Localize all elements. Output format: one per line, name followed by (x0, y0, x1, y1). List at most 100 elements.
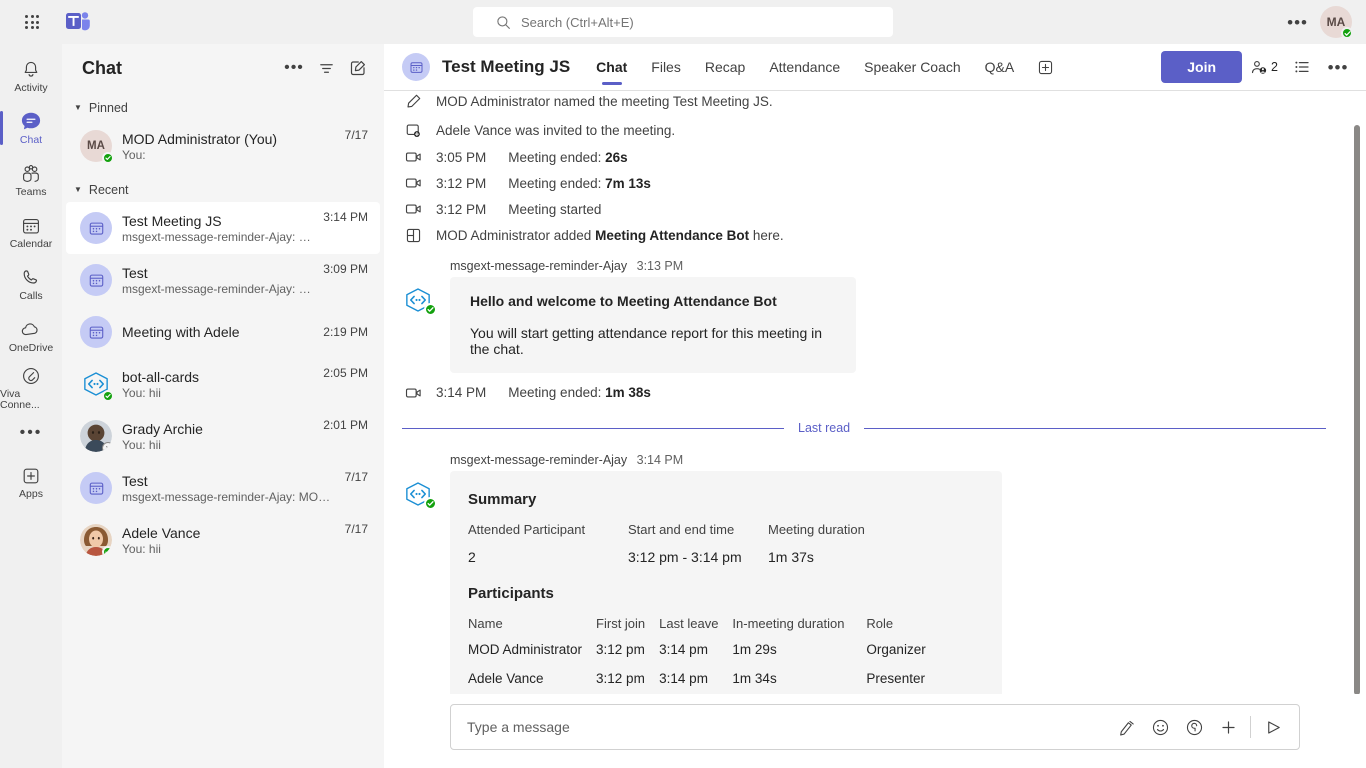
divider-line (402, 427, 784, 429)
format-icon[interactable] (1112, 713, 1140, 741)
global-search[interactable]: Search (Ctrl+Alt+E) (473, 7, 893, 37)
cell-duration: 1m 29s (732, 642, 777, 657)
message-input[interactable]: Type a message (450, 704, 1300, 750)
message-time: 3:13 PM (636, 259, 684, 273)
list-item[interactable]: MA MOD Administrator (You) You: 7/17 (66, 120, 380, 172)
chat-list-more-button[interactable]: ••• (280, 54, 308, 82)
chat-group-pinned[interactable]: ▼ Pinned (62, 96, 384, 120)
search-input[interactable]: Search (Ctrl+Alt+E) (473, 7, 893, 37)
tab-recap[interactable]: Recap (693, 44, 757, 91)
val-meeting-duration: 1m 37s (768, 549, 814, 565)
send-icon[interactable] (1259, 713, 1287, 741)
col-last-leave: Last leave (659, 616, 719, 631)
people-count[interactable]: 2 (1246, 51, 1282, 83)
avatar (80, 524, 112, 556)
list-item-text: Test Meeting JS msgext-message-reminder-… (122, 213, 313, 244)
col-name: Name (468, 616, 503, 631)
sidebar-item-viva-connections[interactable]: Viva Conne... (0, 362, 62, 414)
sidebar-item-activity[interactable]: Activity (0, 50, 62, 102)
sidebar-item-apps[interactable]: Apps (0, 456, 62, 508)
conversation-more-button[interactable]: ••• (1322, 51, 1354, 83)
presence-offline-icon (102, 442, 112, 452)
system-message: MOD Administrator named the meeting Test… (402, 91, 1326, 117)
list-item[interactable]: Test msgext-message-reminder-Ajay: MOD A… (66, 462, 380, 514)
system-message: 3:12 PM Meeting ended: 7m 13s (402, 170, 1326, 196)
list-item-text: Test msgext-message-reminder-Ajay: Sent … (122, 265, 313, 296)
sidebar-item-teams[interactable]: Teams (0, 154, 62, 206)
list-item[interactable]: Test msgext-message-reminder-Ajay: Sent … (66, 254, 380, 306)
system-message-text: Meeting ended: 1m 38s (508, 385, 651, 400)
roster-list-icon[interactable] (1286, 51, 1318, 83)
app-launcher-icon[interactable] (16, 6, 48, 38)
chat-group-recent[interactable]: ▼ Recent (62, 178, 384, 202)
message-list[interactable]: MOD Administrator named the meeting Test… (384, 91, 1366, 694)
list-item-text: bot-all-cards You: hii (122, 369, 313, 400)
sidebar-item-label: Calls (19, 289, 43, 302)
join-button[interactable]: Join (1161, 51, 1243, 83)
tab-files[interactable]: Files (639, 44, 693, 91)
phone-icon (21, 267, 41, 289)
system-message-time: 3:14 PM (436, 385, 487, 400)
sidebar-item-calendar[interactable]: Calendar (0, 206, 62, 258)
plus-icon[interactable] (1214, 713, 1242, 741)
presence-available-icon (102, 152, 114, 164)
list-item[interactable]: bot-all-cards You: hii 2:05 PM (66, 358, 380, 410)
emoji-icon[interactable] (1146, 713, 1174, 741)
tab-qanda[interactable]: Q&A (973, 44, 1027, 91)
chat-list-scroll[interactable]: ▼ Pinned MA MOD Administrator (You) You: (62, 92, 384, 768)
list-item-preview: msgext-message-reminder-Ajay: Sent a car… (122, 229, 314, 244)
chat-bubble-icon (20, 111, 42, 133)
val-start-end-time: 3:12 pm - 3:14 pm (628, 549, 742, 565)
giphy-icon[interactable] (1180, 713, 1208, 741)
add-tab-icon[interactable] (1034, 56, 1056, 78)
app-add-icon (402, 227, 424, 244)
pencil-icon (402, 93, 424, 110)
cell-name: MOD Administrator (468, 642, 583, 657)
list-item-name: MOD Administrator (You) (122, 130, 278, 147)
bot-code-icon (80, 368, 114, 402)
list-item[interactable]: Adele Vance You: hii 7/17 (66, 514, 380, 566)
tab-chat[interactable]: Chat (584, 44, 639, 91)
tab-attendance[interactable]: Attendance (757, 44, 852, 91)
list-item[interactable]: Grady Archie You: hii 2:01 PM (66, 410, 380, 462)
system-message-text: MOD Administrator named the meeting Test… (436, 94, 773, 109)
message-list-scrollbar[interactable] (1354, 125, 1360, 694)
sidebar-item-onedrive[interactable]: OneDrive (0, 310, 62, 362)
list-item-preview: You: hii (122, 541, 161, 556)
rail-more-button[interactable]: ••• (0, 414, 62, 452)
divider-line (864, 427, 1326, 429)
avatar-initials: MA (87, 140, 105, 152)
teams-app-window: Search (Ctrl+Alt+E) ••• MA Activity Chat… (0, 0, 1366, 768)
sidebar-item-label: OneDrive (8, 341, 54, 354)
conversation-header-actions: Join 2 ••• (1161, 51, 1354, 83)
list-item-text: Adele Vance You: hii (122, 525, 335, 556)
list-item[interactable]: Test Meeting JS msgext-message-reminder-… (66, 202, 380, 254)
settings-more-button[interactable]: ••• (1279, 14, 1316, 31)
list-item-name: Grady Archie (122, 420, 203, 437)
message-list-wrap: MOD Administrator named the meeting Test… (384, 91, 1366, 694)
message-sender: msgext-message-reminder-Ajay (450, 259, 628, 273)
last-read-divider: Last read (402, 405, 1326, 449)
list-item[interactable]: Meeting with Adele 2:19 PM (66, 306, 380, 358)
sidebar-item-label: Calendar (9, 237, 53, 250)
message-time: 3:14 PM (636, 453, 684, 467)
summary-section-title: Summary (468, 491, 537, 508)
conversation-header: Test Meeting JS Chat Files Recap Attenda… (384, 44, 1366, 91)
filter-icon[interactable] (312, 54, 340, 82)
compose-area: Type a message (384, 694, 1366, 768)
tab-speaker-coach[interactable]: Speaker Coach (852, 44, 973, 91)
people-icon (1250, 59, 1269, 76)
avatar[interactable]: MA (1320, 6, 1353, 39)
list-item-time: 2:05 PM (323, 366, 368, 380)
message-body: Hello and welcome to Meeting Attendance … (402, 277, 1326, 373)
top-bar-right: ••• MA (1279, 6, 1356, 39)
sidebar-item-chat[interactable]: Chat (0, 102, 62, 154)
bot-code-icon (402, 277, 437, 316)
new-chat-icon[interactable] (344, 54, 372, 82)
avatar-initials: MA (1326, 15, 1346, 29)
sidebar-item-calls[interactable]: Calls (0, 258, 62, 310)
bell-icon (21, 59, 41, 81)
cell-first-join: 3:12 pm (596, 671, 645, 686)
table-header-row: Attended Participant Start and end time … (468, 522, 879, 549)
conversation-tabs: Chat Files Recap Attendance Speaker Coac… (584, 44, 1056, 91)
